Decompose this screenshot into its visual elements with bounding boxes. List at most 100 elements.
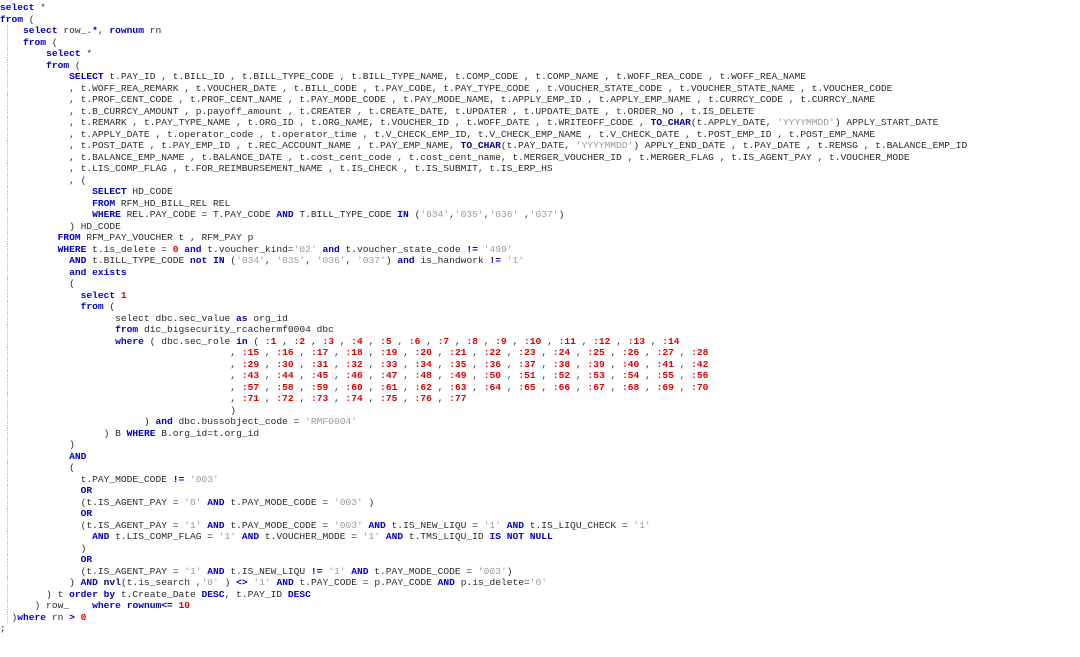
code-token-str: '036'	[489, 209, 519, 220]
code-token-id: , t.BALANCE_EMP_NAME , t.BALANCE_DATE , …	[0, 151, 910, 163]
code-token-kw: AND	[437, 577, 455, 588]
code-token-id: ,	[501, 358, 519, 370]
code-token-id	[0, 451, 69, 462]
code-line: select dbc.sec_value as org_id	[0, 312, 1080, 325]
code-token-str: '1'	[362, 531, 381, 542]
code-token-id: ) B	[0, 427, 127, 439]
code-token-kw: and	[155, 416, 173, 427]
code-token-id: t.PAY_MODE_CODE	[0, 473, 173, 485]
code-token-id	[0, 336, 115, 347]
code-token-id: ,	[501, 347, 519, 358]
code-token-str: '02'	[293, 243, 317, 255]
code-token-str: '1'	[184, 565, 202, 577]
code-token-kw: !=	[172, 473, 185, 485]
code-token-id: (	[224, 255, 237, 266]
code-token-num: :24	[552, 347, 571, 358]
code-token-num: :9	[495, 335, 507, 347]
code-token-id: ,	[97, 25, 110, 36]
code-token-str: 'YYYYMMDD'	[777, 117, 835, 128]
code-line: , t.WOFF_REA_REMARK , t.VOUCHER_DATE , t…	[0, 82, 1080, 95]
code-token-id: ,	[673, 347, 692, 358]
code-token-id: ,	[305, 335, 323, 347]
code-token-id: ,	[259, 370, 277, 381]
code-token-id: ,	[293, 393, 311, 404]
code-token-id: ,	[431, 393, 450, 404]
code-token-num: :60	[345, 381, 363, 393]
code-token-id: (	[46, 36, 58, 48]
code-token-kw: AND	[276, 209, 294, 220]
code-token-num: :30	[276, 358, 294, 370]
code-token-id: ,	[293, 347, 311, 358]
code-token-str: '003'	[333, 496, 363, 508]
code-token-id: select dbc.sec_value	[0, 312, 237, 324]
code-token-str: '036'	[316, 255, 346, 266]
code-token-num: :21	[449, 347, 467, 358]
code-token-id: ,	[604, 358, 622, 370]
code-token-id: t.BILL_TYPE_CODE	[86, 255, 191, 266]
code-token-num: :22	[483, 347, 502, 358]
code-token-num: :43	[241, 370, 260, 381]
code-token-id	[0, 198, 92, 209]
code-token-num: :65	[518, 381, 536, 393]
code-token-kw: select	[23, 25, 58, 36]
code-token-kw: OR	[80, 508, 93, 519]
code-token-num: :1	[264, 335, 277, 347]
code-line: SELECT t.PAY_ID , t.BILL_ID , t.BILL_TYP…	[0, 71, 1080, 83]
code-token-id: row_.	[57, 25, 93, 36]
code-line: FROM RFM_HD_BILL_REL REL	[0, 197, 1080, 210]
code-token-id: ,	[506, 335, 525, 347]
sql-editor[interactable]: select * from ( select row_.*, rownum rn …	[0, 0, 1080, 657]
code-line: )	[0, 542, 1080, 555]
code-token-num: :8	[466, 335, 478, 347]
code-token-kw: where	[92, 600, 121, 611]
code-token-kw: SELECT	[69, 71, 104, 82]
code-token-kw: AND	[207, 496, 225, 508]
code-line: (t.IS_AGENT_PAY = '0' AND t.PAY_MODE_COD…	[0, 496, 1080, 509]
code-token-id: t.is_delete =	[86, 243, 173, 255]
code-token-id: t.VOUCHER_MODE =	[259, 531, 363, 542]
code-line: OR	[0, 554, 1080, 566]
code-token-id: ) APPLY_END_DATE , t.PAY_DATE , t.REMSG …	[633, 140, 968, 151]
code-token-id: )	[385, 255, 398, 266]
code-token-id: ,	[0, 358, 242, 370]
code-token-id: ,	[466, 358, 484, 370]
code-token-id: ,	[639, 347, 657, 358]
code-token-id: ) t	[0, 588, 70, 600]
code-token-id: (	[247, 335, 265, 347]
code-token-kw: IS NOT NULL	[489, 531, 553, 542]
code-token-id: ,	[639, 358, 657, 370]
code-token-id: )	[558, 209, 565, 220]
code-token-num: :28	[691, 347, 709, 358]
code-line: (t.IS_AGENT_PAY = '1' AND t.IS_NEW_LIQU …	[0, 565, 1080, 578]
code-token-num: :23	[518, 347, 536, 358]
code-token-id: , t.PAY_ID	[224, 588, 288, 600]
code-token-id	[0, 301, 81, 312]
code-token-id: , t.WOFF_REA_REMARK , t.VOUCHER_DATE , t…	[0, 82, 893, 94]
code-token-id: ,	[362, 358, 381, 370]
code-token-num: :31	[310, 358, 329, 370]
code-token-num: :36	[483, 358, 502, 370]
code-token-id	[0, 48, 46, 59]
code-token-kw: SELECT	[92, 186, 127, 197]
code-token-num: :63	[449, 381, 467, 393]
code-token-num: :71	[241, 393, 260, 404]
code-token-id: ,	[293, 370, 311, 381]
code-token-str: '1'	[506, 255, 525, 266]
code-line: AND	[0, 450, 1080, 463]
code-token-id: dic_bigsecurity_rcachermf0004 dbc	[138, 324, 334, 335]
code-token-id: , t.B_CURRCY_AMOUNT , p.payoff_amount , …	[0, 105, 755, 117]
code-token-id: ,	[570, 347, 588, 358]
code-token-id: )	[0, 404, 237, 416]
code-token-num: :27	[656, 347, 674, 358]
code-token-id: t.voucher_kind=	[201, 243, 294, 255]
code-token-id: ,	[276, 335, 294, 347]
code-token-id: ,	[293, 358, 311, 370]
code-token-kw: !=	[310, 565, 323, 577]
code-line: ) row_ where rownum<= 10	[0, 600, 1080, 612]
code-line: from (	[0, 14, 1080, 26]
code-token-str: '034'	[236, 255, 265, 266]
code-line: ) HD_CODE	[0, 220, 1080, 233]
code-token-kw: <=	[161, 600, 173, 611]
code-token-kw: WHERE	[57, 243, 87, 255]
code-token-id	[0, 508, 81, 519]
